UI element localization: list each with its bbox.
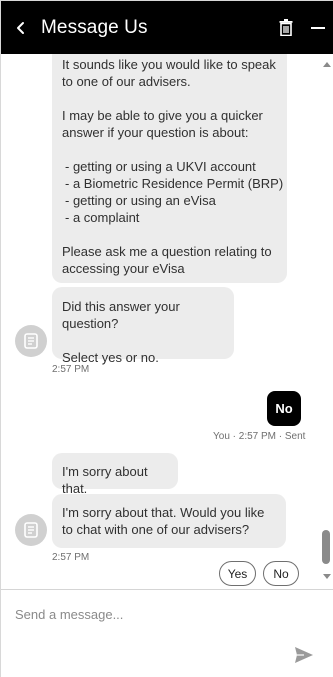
send-button[interactable] [291, 643, 317, 667]
message-text: Please ask me a question relating to acc… [62, 244, 276, 276]
message-text: No [275, 401, 293, 416]
message-list-text: - getting or using a UKVI account - a Bi… [65, 159, 284, 225]
quick-reply-label: Yes [227, 566, 248, 581]
user-message-bubble: No [267, 391, 301, 426]
message-list[interactable]: It sounds like you would like to speak t… [1, 54, 333, 589]
scroll-down-arrow[interactable] [323, 574, 331, 579]
message-text: It sounds like you would like to speak t… [62, 57, 280, 89]
scroll-up-arrow[interactable] [323, 62, 331, 67]
chat-title: Message Us [41, 16, 148, 38]
quick-reply-yes[interactable]: Yes [219, 561, 256, 586]
agent-message-bubble: I'm sorry about that. [52, 453, 178, 496]
message-text: I may be able to give you a quicker answ… [62, 108, 267, 140]
minimize-button[interactable] [302, 1, 333, 54]
message-text: I'm sorry about that. [62, 464, 152, 496]
chat-header: Message Us [1, 1, 333, 54]
agent-avatar [15, 514, 47, 546]
agent-message-bubble: Did this answer your question? Select ye… [52, 287, 234, 365]
trash-icon [279, 19, 293, 36]
quick-reply-no[interactable]: No [263, 561, 299, 586]
chat-document-icon [24, 522, 38, 538]
delete-button[interactable] [270, 1, 302, 54]
message-status: You · 2:57 PM · Sent [213, 431, 306, 442]
agent-avatar [15, 325, 47, 357]
message-input[interactable] [15, 604, 285, 624]
message-timestamp: 2:57 PM [52, 552, 90, 563]
message-text: Did this answer your question? [62, 299, 184, 331]
agent-message-bubble: I'm sorry about that. Would you like to … [52, 494, 286, 548]
back-button[interactable] [1, 1, 41, 54]
chat-window: Message Us It sounds like you would like… [0, 0, 333, 677]
message-composer [1, 589, 333, 677]
chat-document-icon [24, 333, 38, 349]
header-actions [270, 1, 333, 54]
scrollbar[interactable] [321, 54, 331, 589]
agent-message-bubble: It sounds like you would like to speak t… [52, 54, 287, 283]
quick-reply-label: No [273, 566, 289, 581]
minimize-icon [311, 26, 325, 29]
message-text: I'm sorry about that. Would you like to … [62, 505, 269, 537]
chevron-left-icon [17, 21, 24, 34]
message-timestamp: 2:57 PM [52, 364, 90, 375]
scrollbar-thumb[interactable] [322, 530, 330, 564]
send-icon [295, 647, 313, 663]
